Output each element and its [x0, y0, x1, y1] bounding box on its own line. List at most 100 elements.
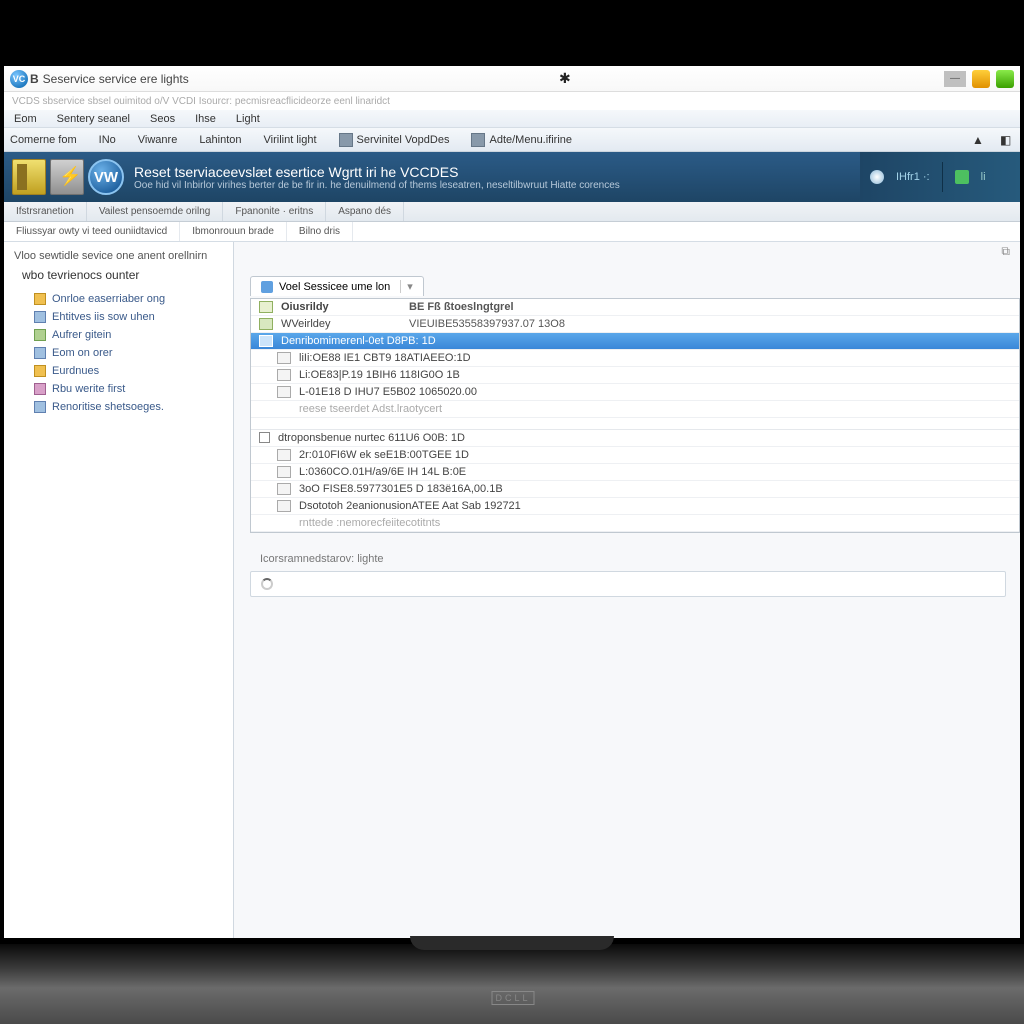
subtab[interactable]: Fliussyar owty vi teed ouniidtavicd	[4, 222, 180, 241]
content-area: ⧉ Voel Sessicee ume lon ▾ Oiusrildy BE F…	[234, 242, 1020, 938]
settings-icon[interactable]: ◧	[1000, 133, 1014, 147]
table-row-selected[interactable]: Denribomimerenl-0et D8PB: 1D	[251, 333, 1019, 350]
sidebar-item[interactable]: Onrloe easerriaber ong	[14, 290, 223, 308]
row-icon	[259, 318, 273, 330]
folder-icon	[34, 293, 46, 305]
table-row[interactable]: WVeirldey VIEUIBE53558397937.07 13O8	[251, 316, 1019, 333]
row-icon	[277, 369, 291, 381]
subtab[interactable]: Bilno dris	[287, 222, 353, 241]
sidebar-item[interactable]: Eurdnues	[14, 362, 223, 380]
sidebar-item[interactable]: Rbu werite first	[14, 380, 223, 398]
doc-icon	[471, 133, 485, 147]
tray-icon-a[interactable]	[972, 70, 990, 88]
sidebar-item[interactable]: Renoritise shetsoeges.	[14, 398, 223, 416]
row-icon	[277, 386, 291, 398]
row-icon	[277, 449, 291, 461]
row-icon	[277, 500, 291, 512]
laptop-frame: VC B Seservice service ere lights ✱ — VC…	[0, 0, 1024, 1024]
folder-icon	[34, 347, 46, 359]
vw-small-icon	[261, 281, 273, 293]
screen-bezel: VC B Seservice service ere lights ✱ — VC…	[0, 8, 1024, 928]
table-row[interactable]: rnttede :nemorecfeiitecotitnts	[251, 515, 1019, 532]
tray-icon-b[interactable]	[996, 70, 1014, 88]
toolbar-item[interactable]: Virilint light	[264, 134, 317, 146]
body: Vloo sewtidle sevice one anent orellnirn…	[4, 242, 1020, 938]
toolbar-item[interactable]: Lahinton	[199, 134, 241, 146]
chevron-down-icon[interactable]: ▾	[400, 280, 413, 293]
sidebar-heading: Vloo sewtidle sevice one anent orellnirn	[14, 250, 223, 262]
menu-item[interactable]: Ihse	[185, 113, 226, 125]
vw-logo-icon: VW	[88, 159, 124, 195]
table-row[interactable]: 3oO FISE8.5977301E5 D 183ë16A,00.1B	[251, 481, 1019, 498]
spinner-icon	[261, 578, 273, 590]
tab[interactable]: Fpanonite · eritns	[223, 202, 326, 221]
toolbar-item[interactable]: Comerne fom	[10, 134, 77, 146]
toolbar-item[interactable]: Servinitel VopdDes	[339, 133, 450, 147]
tab[interactable]: Aspano dés	[326, 202, 404, 221]
table-row[interactable]: L:0360CO.01H/a9/6E IH 14L B:0E	[251, 464, 1019, 481]
laptop-base: DCLL	[0, 944, 1024, 1024]
row-icon	[277, 483, 291, 495]
table-row[interactable]: liIi:OE88 IE1 CBT9 18ATIAEEO:1D	[251, 350, 1019, 367]
menu-item[interactable]: Eom	[4, 113, 47, 125]
disc-icon[interactable]	[870, 170, 884, 184]
primary-tabs: Ifstrsranetion Vailest pensoemde orilng …	[4, 202, 1020, 222]
toolbar: Comerne fom INo Viwanre Lahinton Virilin…	[4, 128, 1020, 152]
table-row[interactable]: 2r:010FI6W ek seE1B:00TGEE 1D	[251, 447, 1019, 464]
doc-icon	[339, 133, 353, 147]
secondary-tabs: Fliussyar owty vi teed ouniidtavicd Ibmo…	[4, 222, 1020, 242]
banner-action-label[interactable]: IHfr1 ·:	[896, 171, 930, 183]
row-icon	[259, 301, 273, 313]
menubar: Eom Sentery seanel Seos Ihse Light	[4, 110, 1020, 128]
toolbar-item[interactable]: INo	[99, 134, 116, 146]
table-row[interactable]: Li:OE83|P.19 1BIH6 118IG0O 1B	[251, 367, 1019, 384]
table-row[interactable]: Oiusrildy BE Fß ßtoeslngtgrel	[251, 299, 1019, 316]
table-row[interactable]: reese tseerdet Adst.lraotycert	[251, 401, 1019, 418]
sidebar-subheading: wbo tevrienocs ounter	[22, 268, 223, 282]
app-icon: VC	[10, 70, 28, 88]
banner: VW Reset tserviaceevslæt esertice Wgrtt …	[4, 152, 1020, 202]
sidebar: Vloo sewtidle sevice one anent orellnirn…	[4, 242, 234, 938]
menu-item[interactable]: Sentery seanel	[47, 113, 140, 125]
device-icon	[12, 159, 46, 195]
inner-tab-label: Voel Sessicee ume lon	[279, 281, 390, 293]
folder-icon	[34, 311, 46, 323]
window-subtitle: VCDS sbservice sbsel ouimitod o/V VCDI I…	[4, 92, 1020, 110]
loading-row	[250, 571, 1006, 597]
menu-item[interactable]: Light	[226, 113, 270, 125]
sidebar-item[interactable]: Ehtitves iis sow uhen	[14, 308, 223, 326]
tab[interactable]: Ifstrsranetion	[4, 202, 87, 221]
table-row[interactable]: Dsototoh 2eanionusionATEE Aat Sab 192721	[251, 498, 1019, 515]
row-icon	[277, 466, 291, 478]
expand-icon[interactable]: ⧉	[1001, 244, 1010, 259]
inner-tab[interactable]: Voel Sessicee ume lon ▾	[250, 276, 424, 296]
banner-actions: IHfr1 ·: li	[860, 152, 1020, 202]
cable-icon	[50, 159, 84, 195]
row-icon	[259, 335, 273, 347]
window-title-text: Seservice service ere lights	[43, 72, 189, 86]
table-row[interactable]: dtroponsbenue nurtec 611U6 O0B: 1D	[251, 430, 1019, 447]
folder-icon	[34, 365, 46, 377]
table-row[interactable]: L-01E18 D IHU7 E5B02 1065020.00	[251, 384, 1019, 401]
sidebar-item[interactable]: Eom on orer	[14, 344, 223, 362]
toolbar-item[interactable]: Adte/Menu.ifirine	[471, 133, 572, 147]
folder-icon	[34, 329, 46, 341]
data-panel: Oiusrildy BE Fß ßtoeslngtgrel WVeirldey …	[250, 298, 1020, 533]
folder-icon	[34, 383, 46, 395]
window-titlebar: VC B Seservice service ere lights ✱ —	[4, 66, 1020, 92]
tab[interactable]: Vailest pensoemde orilng	[87, 202, 224, 221]
row-icon	[277, 352, 291, 364]
subtab[interactable]: Ibmonrouun brade	[180, 222, 287, 241]
up-arrow-icon[interactable]: ▲	[972, 133, 986, 147]
footer-label: Icorsramnedstarov: lighte	[250, 553, 1020, 565]
checkbox-icon[interactable]	[259, 432, 270, 443]
menu-item[interactable]: Seos	[140, 113, 185, 125]
banner-action-2[interactable]: li	[981, 171, 986, 183]
green-indicator-icon[interactable]	[955, 170, 969, 184]
sidebar-item[interactable]: Aufrer gitein	[14, 326, 223, 344]
toolbar-item[interactable]: Viwanre	[138, 134, 178, 146]
hinge	[410, 936, 615, 950]
minimize-button[interactable]: —	[944, 71, 966, 87]
screen: VC B Seservice service ere lights ✱ — VC…	[4, 66, 1020, 938]
laptop-brand: DCLL	[489, 989, 534, 1004]
